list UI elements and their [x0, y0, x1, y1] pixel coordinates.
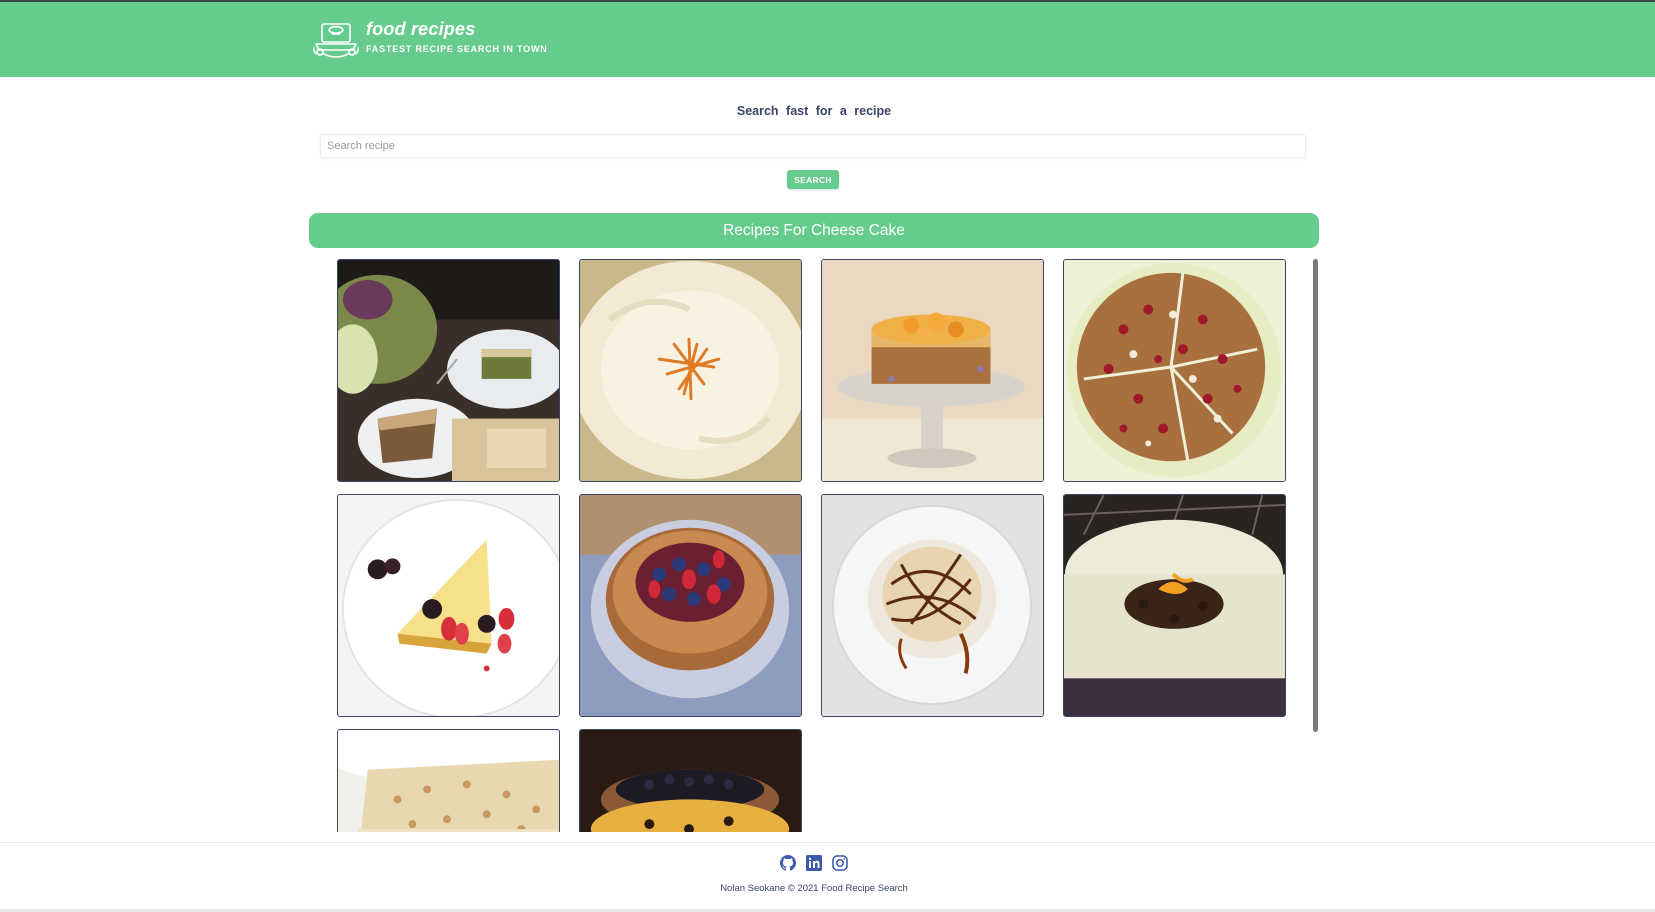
recipe-card[interactable] — [821, 494, 1044, 717]
instagram-icon[interactable] — [832, 855, 848, 871]
search-heading: Search fast for a recipe — [736, 104, 892, 118]
copyright-text: Nolan Seokane © 2021 Food Recipe Search — [720, 883, 908, 894]
recipe-image-cheesecake-slice-berries — [338, 495, 559, 716]
recipe-card[interactable] — [821, 259, 1044, 482]
linkedin-icon[interactable] — [806, 855, 822, 871]
recipe-grid — [337, 259, 1286, 832]
recipe-image-berry-tart — [580, 495, 801, 716]
recipe-image-pear-blueberry — [580, 730, 801, 832]
app-footer: Nolan Seokane © 2021 Food Recipe Search — [0, 842, 1655, 911]
social-links — [0, 855, 1628, 871]
recipe-image-cream-cake — [580, 260, 801, 481]
recipe-image-white-cheesecake — [1064, 495, 1285, 716]
github-icon[interactable] — [780, 855, 796, 871]
recipe-card[interactable] — [337, 729, 560, 832]
recipe-card[interactable] — [579, 259, 802, 482]
app-header: food recipes FASTEST RECIPE SEARCH IN TO… — [0, 2, 1655, 77]
recipe-image-banana-caramel — [822, 495, 1043, 716]
recipe-grid-viewport[interactable] — [309, 259, 1319, 832]
search-input[interactable] — [320, 134, 1306, 158]
chef-laptop-logo-icon — [313, 23, 359, 58]
recipe-card[interactable] — [337, 259, 560, 482]
grid-scrollbar[interactable] — [1313, 259, 1318, 732]
search-button[interactable]: SEARCH — [787, 170, 839, 189]
results-title: Recipes For Cheese Cake — [309, 213, 1319, 248]
app-tagline: FASTEST RECIPE SEARCH IN TOWN — [366, 44, 548, 54]
brand[interactable]: food recipes FASTEST RECIPE SEARCH IN TO… — [312, 18, 548, 60]
recipe-card[interactable] — [1063, 259, 1286, 482]
recipe-image-savory-cheesecake — [338, 260, 559, 481]
app-title: food recipes — [366, 19, 476, 39]
recipe-image-orange-cheesecake — [822, 260, 1043, 481]
recipe-image-cranberry-cake — [1064, 260, 1285, 481]
recipe-card[interactable] — [1063, 494, 1286, 717]
recipe-image-coconut-cake — [338, 730, 559, 832]
recipe-card[interactable] — [579, 494, 802, 717]
recipe-card[interactable] — [337, 494, 560, 717]
recipe-card[interactable] — [579, 729, 802, 832]
